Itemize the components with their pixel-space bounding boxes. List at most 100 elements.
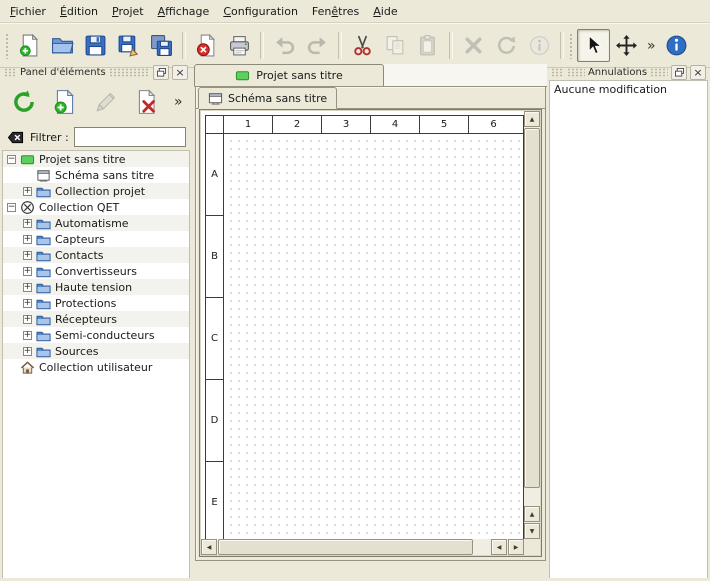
elements-panel-titlebar[interactable]: Panel d'éléments × <box>2 64 190 80</box>
print-button[interactable] <box>223 29 256 62</box>
undo-button[interactable] <box>268 29 301 62</box>
vertical-scrollbar[interactable]: ▲ ▲ ▼ <box>524 111 540 539</box>
menu-affichage[interactable]: Affichage <box>151 2 217 21</box>
dock-drag-handle[interactable] <box>551 68 564 77</box>
menu-aide[interactable]: Aide <box>366 2 404 21</box>
expand-plus-icon[interactable]: + <box>23 331 32 340</box>
filter-row: Filtrer : <box>2 124 190 150</box>
expand-plus-icon[interactable]: + <box>23 187 32 196</box>
new-element-button[interactable] <box>48 85 82 119</box>
save-all-button[interactable] <box>145 29 178 62</box>
column-header: 5 <box>420 116 469 133</box>
expand-plus-icon[interactable]: + <box>23 299 32 308</box>
diagram-canvas[interactable]: 123456 ABCDE <box>201 111 524 539</box>
toolbar-drag-handle[interactable] <box>569 33 574 59</box>
scroll-up-button[interactable]: ▲ <box>524 506 540 522</box>
menu-edition[interactable]: Édition <box>53 2 105 21</box>
dock-drag-handle[interactable] <box>650 68 668 77</box>
row-headers: ABCDE <box>206 134 224 539</box>
tree-item-haute-tension[interactable]: +Haute tension <box>3 279 189 295</box>
info-button[interactable] <box>523 29 556 62</box>
tree-item-capteurs[interactable]: +Capteurs <box>3 231 189 247</box>
toolbar-separator <box>560 32 564 59</box>
expand-plus-icon[interactable]: + <box>23 251 32 260</box>
paste-button[interactable] <box>412 29 445 62</box>
edit-element-button[interactable] <box>89 85 123 119</box>
tree-item-recepteurs[interactable]: +Récepteurs <box>3 311 189 327</box>
scroll-up-button[interactable]: ▲ <box>524 111 540 127</box>
reload-collections-button[interactable] <box>7 85 41 119</box>
menu-fenetres[interactable]: Fenêtres <box>305 2 366 21</box>
delete-button[interactable] <box>457 29 490 62</box>
menu-configuration[interactable]: Configuration <box>216 2 305 21</box>
dock-close-button[interactable]: × <box>690 65 706 80</box>
expand-plus-icon[interactable]: + <box>23 315 32 324</box>
toolbar-drag-handle[interactable] <box>5 33 10 59</box>
cut-button[interactable] <box>346 29 379 62</box>
move-arrows-icon <box>615 34 638 57</box>
tree-item-convertisseurs[interactable]: +Convertisseurs <box>3 263 189 279</box>
delete-element-button[interactable] <box>130 85 164 119</box>
tree-item-collection-qet[interactable]: −Collection QET <box>3 199 189 215</box>
save-as-button[interactable] <box>112 29 145 62</box>
save-button[interactable] <box>79 29 112 62</box>
redo-button[interactable] <box>301 29 334 62</box>
tab-project[interactable]: Projet sans titre <box>194 64 384 87</box>
vertical-scroll-thumb[interactable] <box>524 128 540 488</box>
expand-plus-icon[interactable]: + <box>23 267 32 276</box>
collapse-minus-icon[interactable]: − <box>7 155 16 164</box>
scroll-left-button[interactable]: ◀ <box>491 539 507 555</box>
expand-plus-icon[interactable]: + <box>23 347 32 356</box>
tab-diagram[interactable]: Schéma sans titre <box>198 87 337 109</box>
dock-float-button[interactable] <box>671 65 687 80</box>
undo-empty-item: Aucune modification <box>550 81 707 98</box>
tree-item-semi-conducteurs[interactable]: + Semi-conducteurs <box>3 327 189 343</box>
grid-dots-area[interactable] <box>224 134 523 539</box>
expand-plus-icon[interactable]: + <box>23 235 32 244</box>
expand-plus-icon[interactable]: + <box>23 219 32 228</box>
tree-item-schema-sans-titre[interactable]: Schéma sans titre <box>3 167 189 183</box>
project-icon <box>20 152 35 167</box>
collapse-minus-icon[interactable]: − <box>7 203 16 212</box>
tree-item-projet-sans-titre[interactable]: −Projet sans titre <box>3 151 189 167</box>
dock-close-button[interactable]: × <box>172 65 188 80</box>
undo-history-list[interactable]: Aucune modification <box>549 80 708 578</box>
tree-item-sources[interactable]: +Sources <box>3 343 189 359</box>
panel-overflow-button[interactable]: » <box>171 94 186 110</box>
copy-button[interactable] <box>379 29 412 62</box>
dock-drag-handle[interactable] <box>567 68 585 77</box>
scroll-left-button[interactable]: ◀ <box>201 539 217 555</box>
select-mode-button[interactable] <box>577 29 610 62</box>
open-project-button[interactable] <box>46 29 79 62</box>
expand-plus-icon[interactable]: + <box>23 283 32 292</box>
tree-item-contacts[interactable]: +Contacts <box>3 247 189 263</box>
scroll-down-button[interactable]: ▼ <box>524 523 540 539</box>
toolbar-overflow-button[interactable]: » <box>643 38 660 54</box>
tree-item-label: Semi-conducteurs <box>55 329 159 342</box>
new-project-button[interactable] <box>13 29 46 62</box>
filter-input[interactable] <box>74 127 186 147</box>
undo-panel-titlebar[interactable]: Annulations × <box>549 64 708 80</box>
dock-float-button[interactable] <box>153 65 169 80</box>
pan-mode-button[interactable] <box>610 29 643 62</box>
close-file-button[interactable] <box>190 29 223 62</box>
column-headers: 123456 <box>224 116 523 134</box>
clear-filter-button[interactable] <box>6 128 25 147</box>
tree-item-collection-utilisateur[interactable]: Collection utilisateur <box>3 359 189 375</box>
menu-projet[interactable]: Projet <box>105 2 151 21</box>
dock-drag-handle[interactable] <box>109 68 150 77</box>
tree-item-label: Protections <box>55 297 120 310</box>
rotate-button[interactable] <box>490 29 523 62</box>
undo-panel-title: Annulations <box>588 67 647 78</box>
tree-item-collection-projet[interactable]: +Collection projet <box>3 183 189 199</box>
undo-icon <box>273 34 296 57</box>
menu-fichier[interactable]: Fichier <box>3 2 53 21</box>
project-subwindow: Schéma sans titre 123456 ABCDE ▲ ▲ ▼ ◀ <box>195 86 546 561</box>
tree-item-automatisme[interactable]: +Automatisme <box>3 215 189 231</box>
horizontal-scrollbar[interactable]: ◀ ◀ ▶ <box>201 539 524 555</box>
tree-item-protections[interactable]: + Protections <box>3 295 189 311</box>
about-button[interactable] <box>660 29 693 62</box>
horizontal-scroll-thumb[interactable] <box>218 539 473 555</box>
dock-drag-handle[interactable] <box>4 68 17 77</box>
scroll-right-button[interactable]: ▶ <box>508 539 524 555</box>
